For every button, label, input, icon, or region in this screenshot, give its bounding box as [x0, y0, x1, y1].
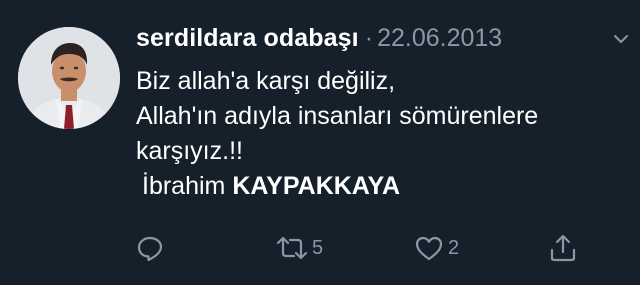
signature-first-name: İbrahim — [142, 172, 226, 200]
like-count: 2 — [448, 236, 460, 259]
avatar-photo — [18, 27, 120, 129]
tweet: serdildara odabaşı · 22.06.2013 Biz allah'… — [0, 0, 640, 285]
heart-icon — [415, 236, 443, 261]
retweet-icon — [276, 236, 308, 260]
avatar[interactable] — [18, 27, 120, 129]
tweet-header: serdildara odabaşı · 22.06.2013 — [136, 24, 502, 58]
retweet-count: 5 — [312, 236, 324, 259]
share-button[interactable] — [548, 232, 578, 264]
more-options-icon[interactable] — [612, 30, 630, 48]
author-name[interactable]: serdildara odabaşı — [136, 24, 359, 52]
like-button[interactable]: 2 — [414, 232, 459, 264]
tweet-line: Biz allah'a karşı değiliz, — [136, 67, 396, 95]
retweet-button[interactable]: 5 — [276, 232, 323, 264]
share-icon — [550, 234, 576, 262]
tweet-line: Allah'ın adıyla insanları sömürenlere — [136, 102, 539, 130]
tweet-line: karşıyız.!! — [136, 137, 243, 165]
tweet-date[interactable]: 22.06.2013 — [377, 24, 502, 52]
header-separator: · — [364, 24, 374, 52]
reply-button[interactable] — [136, 232, 164, 264]
tweet-text: Biz allah'a karşı değiliz, Allah'ın adıy… — [136, 64, 626, 204]
signature-last-name: KAYPAKKAYA — [232, 172, 400, 200]
action-bar: 5 2 — [0, 232, 640, 268]
reply-icon — [137, 236, 163, 262]
tweet-signature: İbrahim KAYPAKKAYA — [136, 169, 626, 204]
